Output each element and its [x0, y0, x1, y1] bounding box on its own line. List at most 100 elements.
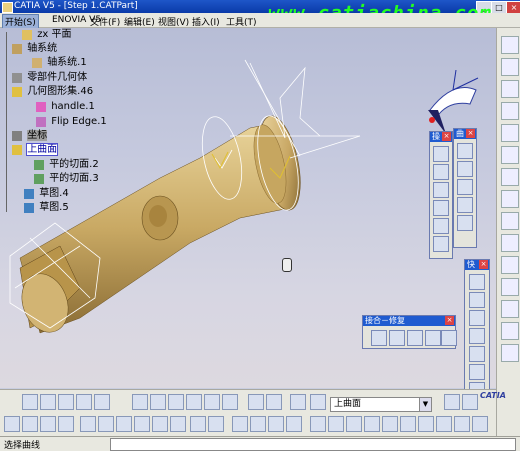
view-iso-icon[interactable]	[469, 274, 485, 290]
new-icon[interactable]	[4, 416, 20, 432]
quick-toolbar-close[interactable]: ×	[479, 260, 488, 269]
projection-icon[interactable]	[501, 124, 519, 142]
parameter-icon[interactable]	[168, 394, 184, 410]
cylinder-icon[interactable]	[204, 394, 220, 410]
operations-toolbar-close[interactable]: ×	[442, 132, 451, 141]
intersection-icon[interactable]	[501, 146, 519, 164]
curve-smooth-icon[interactable]	[407, 330, 423, 346]
corner-icon[interactable]	[501, 256, 519, 274]
tree-node-axis-system-1[interactable]: 轴系统.1	[32, 56, 87, 70]
print-icon[interactable]	[58, 416, 74, 432]
command-input[interactable]	[110, 438, 516, 451]
multi-view-icon[interactable]	[436, 416, 452, 432]
tree-node-sketch-4[interactable]: 草图.4	[24, 187, 69, 201]
join-icon[interactable]	[371, 330, 387, 346]
sketcher-icon[interactable]	[22, 394, 38, 410]
comment-icon[interactable]	[208, 416, 224, 432]
fill-icon[interactable]	[457, 197, 473, 213]
hide-show-icon[interactable]	[472, 416, 488, 432]
helix-icon[interactable]	[501, 212, 519, 230]
view-back-icon[interactable]	[469, 310, 485, 326]
geometric-set-icon[interactable]	[58, 394, 74, 410]
pan-icon[interactable]	[346, 416, 362, 432]
cut-icon[interactable]	[80, 416, 96, 432]
tree-node-flat-section-2[interactable]: 平的切面.2	[34, 158, 99, 172]
menu-start[interactable]: 开始(S)	[2, 14, 39, 29]
fit-all-icon[interactable]	[328, 416, 344, 432]
menu-view[interactable]: 视图(V)	[158, 15, 189, 28]
view-front-icon[interactable]	[469, 292, 485, 308]
view-top-icon[interactable]	[469, 364, 485, 380]
loft-icon[interactable]	[457, 215, 473, 231]
menu-edit[interactable]: 编辑(E)	[124, 15, 155, 28]
spline-icon[interactable]	[501, 190, 519, 208]
fillet-icon[interactable]	[433, 200, 449, 216]
translate-icon[interactable]	[433, 218, 449, 234]
untrim-icon[interactable]	[425, 330, 441, 346]
toolbar-tool-icon[interactable]	[501, 36, 519, 54]
render-icon[interactable]	[462, 394, 478, 410]
grid-icon[interactable]	[501, 322, 519, 340]
axis-system-icon[interactable]	[40, 394, 56, 410]
join-icon[interactable]	[433, 146, 449, 162]
tree-node-upper-surface[interactable]: 上曲面	[12, 143, 59, 157]
line-icon[interactable]	[501, 80, 519, 98]
shading-icon[interactable]	[454, 416, 470, 432]
circle-icon[interactable]	[501, 168, 519, 186]
material-icon[interactable]	[444, 394, 460, 410]
rotate-icon[interactable]	[364, 416, 380, 432]
trim-icon[interactable]	[433, 182, 449, 198]
normal-view-icon[interactable]	[418, 416, 434, 432]
paste-icon[interactable]	[116, 416, 132, 432]
table-icon[interactable]	[232, 416, 248, 432]
offset-icon[interactable]	[501, 234, 519, 252]
tree-node-axis-systems[interactable]: 轴系统	[12, 42, 57, 56]
undo-icon[interactable]	[134, 416, 150, 432]
open-icon[interactable]	[22, 416, 38, 432]
extrapolate-icon[interactable]	[433, 236, 449, 252]
redo-icon[interactable]	[152, 416, 168, 432]
tree-node-part-body[interactable]: 零部件几何体	[12, 71, 87, 85]
healing-icon[interactable]	[389, 330, 405, 346]
analysis-icon[interactable]	[501, 344, 519, 362]
parallel-curve-icon[interactable]	[501, 300, 519, 318]
help-icon[interactable]	[170, 416, 186, 432]
extrude-icon[interactable]	[457, 143, 473, 159]
tree-node-zx-plane[interactable]: zx 平面	[22, 28, 72, 42]
zoom-out-icon[interactable]	[400, 416, 416, 432]
sweep-icon[interactable]	[457, 179, 473, 195]
menu-tools[interactable]: 工具(T)	[226, 15, 257, 28]
plane-icon[interactable]	[501, 102, 519, 120]
menu-insert[interactable]: 插入(I)	[192, 15, 220, 28]
bulb-icon[interactable]	[290, 394, 306, 410]
fly-icon[interactable]	[310, 416, 326, 432]
tree-node-handle-1[interactable]: handle.1	[36, 100, 95, 114]
catalog-icon[interactable]	[266, 394, 282, 410]
revolve-icon[interactable]	[457, 161, 473, 177]
disassemble-icon[interactable]	[441, 330, 457, 346]
join-repair-toolbar-close[interactable]: ×	[445, 316, 454, 325]
view-left-icon[interactable]	[469, 328, 485, 344]
knowledge-icon[interactable]	[222, 394, 238, 410]
connect-curve-icon[interactable]	[501, 278, 519, 296]
current-layer-select[interactable]: 上曲面 ▼	[330, 397, 432, 412]
formula-icon[interactable]	[190, 416, 206, 432]
instantiate-icon[interactable]	[248, 394, 264, 410]
surfaces-toolbar-close[interactable]: ×	[466, 129, 475, 138]
view-right-icon[interactable]	[469, 346, 485, 362]
tree-node-coordinates[interactable]: 坐标	[12, 129, 48, 143]
zoom-in-icon[interactable]	[382, 416, 398, 432]
measure-icon[interactable]	[268, 416, 284, 432]
tree-node-flip-edge-1[interactable]: Flip Edge.1	[36, 115, 107, 129]
tree-node-sketch-5[interactable]: 草图.5	[24, 201, 69, 215]
tree-node-flat-section-3[interactable]: 平的切面.3	[34, 172, 99, 186]
split-icon[interactable]	[433, 164, 449, 180]
copy-icon[interactable]	[98, 416, 114, 432]
grid-icon[interactable]	[186, 394, 202, 410]
tree-node-geometric-set-46[interactable]: 几何图形集.46	[12, 85, 93, 99]
chevron-down-icon[interactable]: ▼	[419, 398, 431, 411]
layer-icon[interactable]	[310, 394, 326, 410]
constraint-icon[interactable]	[150, 394, 166, 410]
menu-file[interactable]: 文件(F)	[90, 15, 120, 28]
inertia-icon[interactable]	[286, 416, 302, 432]
